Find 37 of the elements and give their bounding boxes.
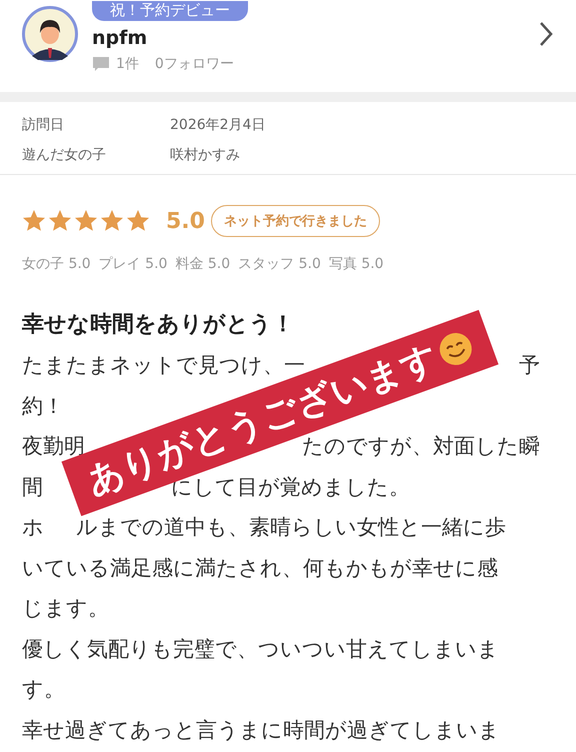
star-icon — [48, 209, 72, 233]
review-text: いている満足感に満たされ、何もかもが幸せに感 — [22, 554, 498, 582]
rating-score: 5.0 — [166, 208, 205, 234]
review-title: 幸せな時間をありがとう！ — [22, 311, 295, 339]
sub-rating: 料金 5.0 — [175, 255, 230, 273]
sub-rating: 女の子 5.0 — [22, 255, 91, 273]
sub-rating: 写真 5.0 — [328, 255, 384, 273]
review-text: たのですが、対面した瞬 — [302, 433, 540, 460]
info-label: 訪問日 — [22, 116, 65, 134]
review-count: 1件 — [116, 55, 139, 73]
info-value: 咲村かすみ — [170, 146, 241, 164]
star-icon — [74, 209, 98, 233]
sub-rating: スタッフ 5.0 — [238, 255, 321, 273]
comment-icon — [92, 56, 110, 72]
star-icon — [22, 209, 46, 233]
chevron-right-icon[interactable] — [538, 21, 554, 47]
review-text: 幸せ過ぎてあっと言うまに時間が過ぎてしまいま — [22, 716, 500, 744]
star-icon — [100, 209, 124, 233]
info-label: 遊んだ女の子 — [22, 146, 107, 164]
review-text: ホ — [22, 514, 44, 542]
reservation-tag: ネット予約で行きました — [210, 205, 380, 237]
user-name[interactable]: npfm — [92, 27, 524, 49]
sub-rating: プレイ 5.0 — [98, 255, 168, 273]
badge: 祝！予約デビュー — [92, 1, 248, 21]
star-icon — [126, 209, 150, 233]
review-text: ルまでの道中も、素晴らしい女性と一緒に歩 — [76, 514, 506, 542]
review-text: 優しく気配りも完璧で、ついつい甘えてしまいま — [22, 636, 499, 663]
review-text: 間 — [22, 474, 43, 501]
review-text: 約！ — [22, 392, 64, 420]
review-text: じます。 — [22, 595, 109, 622]
review-text: 予 — [519, 352, 540, 380]
review-text: す。 — [22, 676, 65, 704]
follower-count: 0フォロワー — [154, 55, 234, 73]
avatar — [22, 6, 78, 62]
review-text: 夜勤明 — [22, 433, 85, 460]
review-text: たまたまネットで見つけ、一 — [22, 352, 305, 380]
info-value: 2026年2月4日 — [170, 116, 266, 134]
